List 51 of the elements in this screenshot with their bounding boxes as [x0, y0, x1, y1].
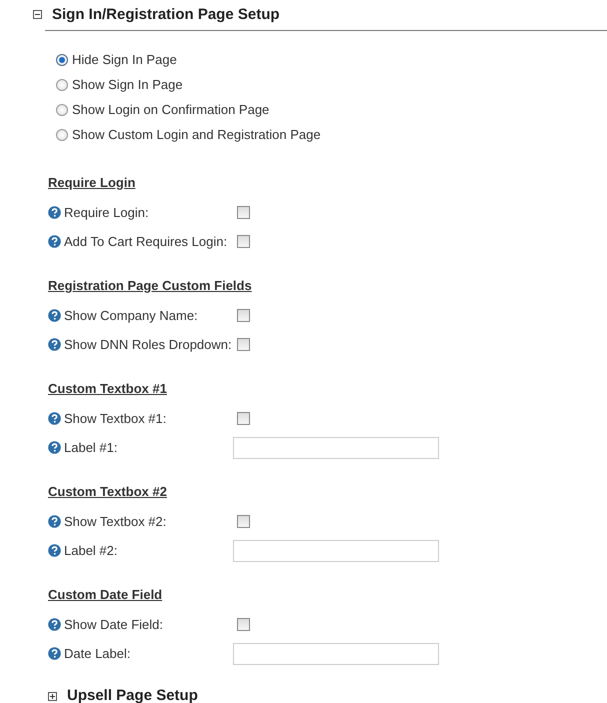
radio-button[interactable] — [56, 54, 68, 66]
field-label: Label #2: — [64, 543, 118, 558]
group-heading: Registration Page Custom Fields — [48, 277, 253, 294]
option-label: Hide Sign In Page — [72, 52, 177, 67]
help-icon[interactable] — [48, 309, 61, 322]
radio-button[interactable] — [56, 78, 68, 90]
field-label: Date Label: — [64, 646, 130, 661]
input-field[interactable] — [233, 436, 439, 458]
expand-icon[interactable] — [48, 692, 57, 700]
checkbox[interactable] — [237, 412, 250, 425]
help-icon[interactable] — [48, 338, 61, 351]
group-heading: Custom Textbox #1 — [48, 380, 168, 397]
checkbox[interactable] — [237, 338, 250, 351]
option-label: Show Login on Confirmation Page — [72, 102, 270, 117]
radio-button[interactable] — [56, 128, 68, 140]
checkbox[interactable] — [237, 235, 250, 248]
field-label: Show Textbox #1: — [64, 411, 166, 426]
collapse-icon[interactable] — [33, 10, 42, 18]
input-field[interactable] — [233, 540, 439, 562]
section-title[interactable]: Sign In/Registration Page Setup — [52, 6, 280, 22]
help-icon[interactable] — [48, 647, 61, 660]
field-label: Require Login: — [64, 205, 149, 220]
help-icon[interactable] — [48, 544, 61, 557]
field-label: Label #1: — [64, 440, 118, 455]
field-label: Show Date Field: — [64, 617, 163, 632]
group-heading: Custom Textbox #2 — [48, 483, 168, 500]
radio-option[interactable]: Show Sign In Page — [56, 75, 607, 94]
checkbox[interactable] — [237, 206, 250, 219]
radio-option[interactable]: Show Login on Confirmation Page — [56, 100, 607, 119]
radio-option[interactable]: Show Custom Login and Registration Page — [56, 125, 607, 144]
option-label: Show Custom Login and Registration Page — [72, 127, 321, 142]
help-icon[interactable] — [48, 412, 61, 425]
checkbox[interactable] — [237, 309, 250, 322]
field-label: Add To Cart Requires Login: — [64, 234, 228, 249]
field-label: Show Company Name: — [64, 308, 198, 323]
group-heading: Require Login — [48, 174, 136, 191]
radio-button[interactable] — [56, 104, 68, 116]
option-label: Show Sign In Page — [72, 77, 183, 92]
radio-option[interactable]: Hide Sign In Page — [56, 50, 607, 69]
group-heading: Custom Date Field — [48, 586, 164, 603]
checkbox[interactable] — [237, 618, 250, 631]
input-field[interactable] — [233, 642, 439, 664]
section-title[interactable]: Upsell Page Setup — [67, 688, 198, 703]
help-icon[interactable] — [48, 441, 61, 454]
help-icon[interactable] — [48, 515, 61, 528]
help-icon[interactable] — [48, 206, 61, 219]
field-label: Show Textbox #2: — [64, 514, 166, 529]
checkbox[interactable] — [237, 515, 250, 528]
help-icon[interactable] — [48, 235, 61, 248]
field-label: Show DNN Roles Dropdown: — [64, 337, 232, 352]
help-icon[interactable] — [48, 618, 61, 631]
